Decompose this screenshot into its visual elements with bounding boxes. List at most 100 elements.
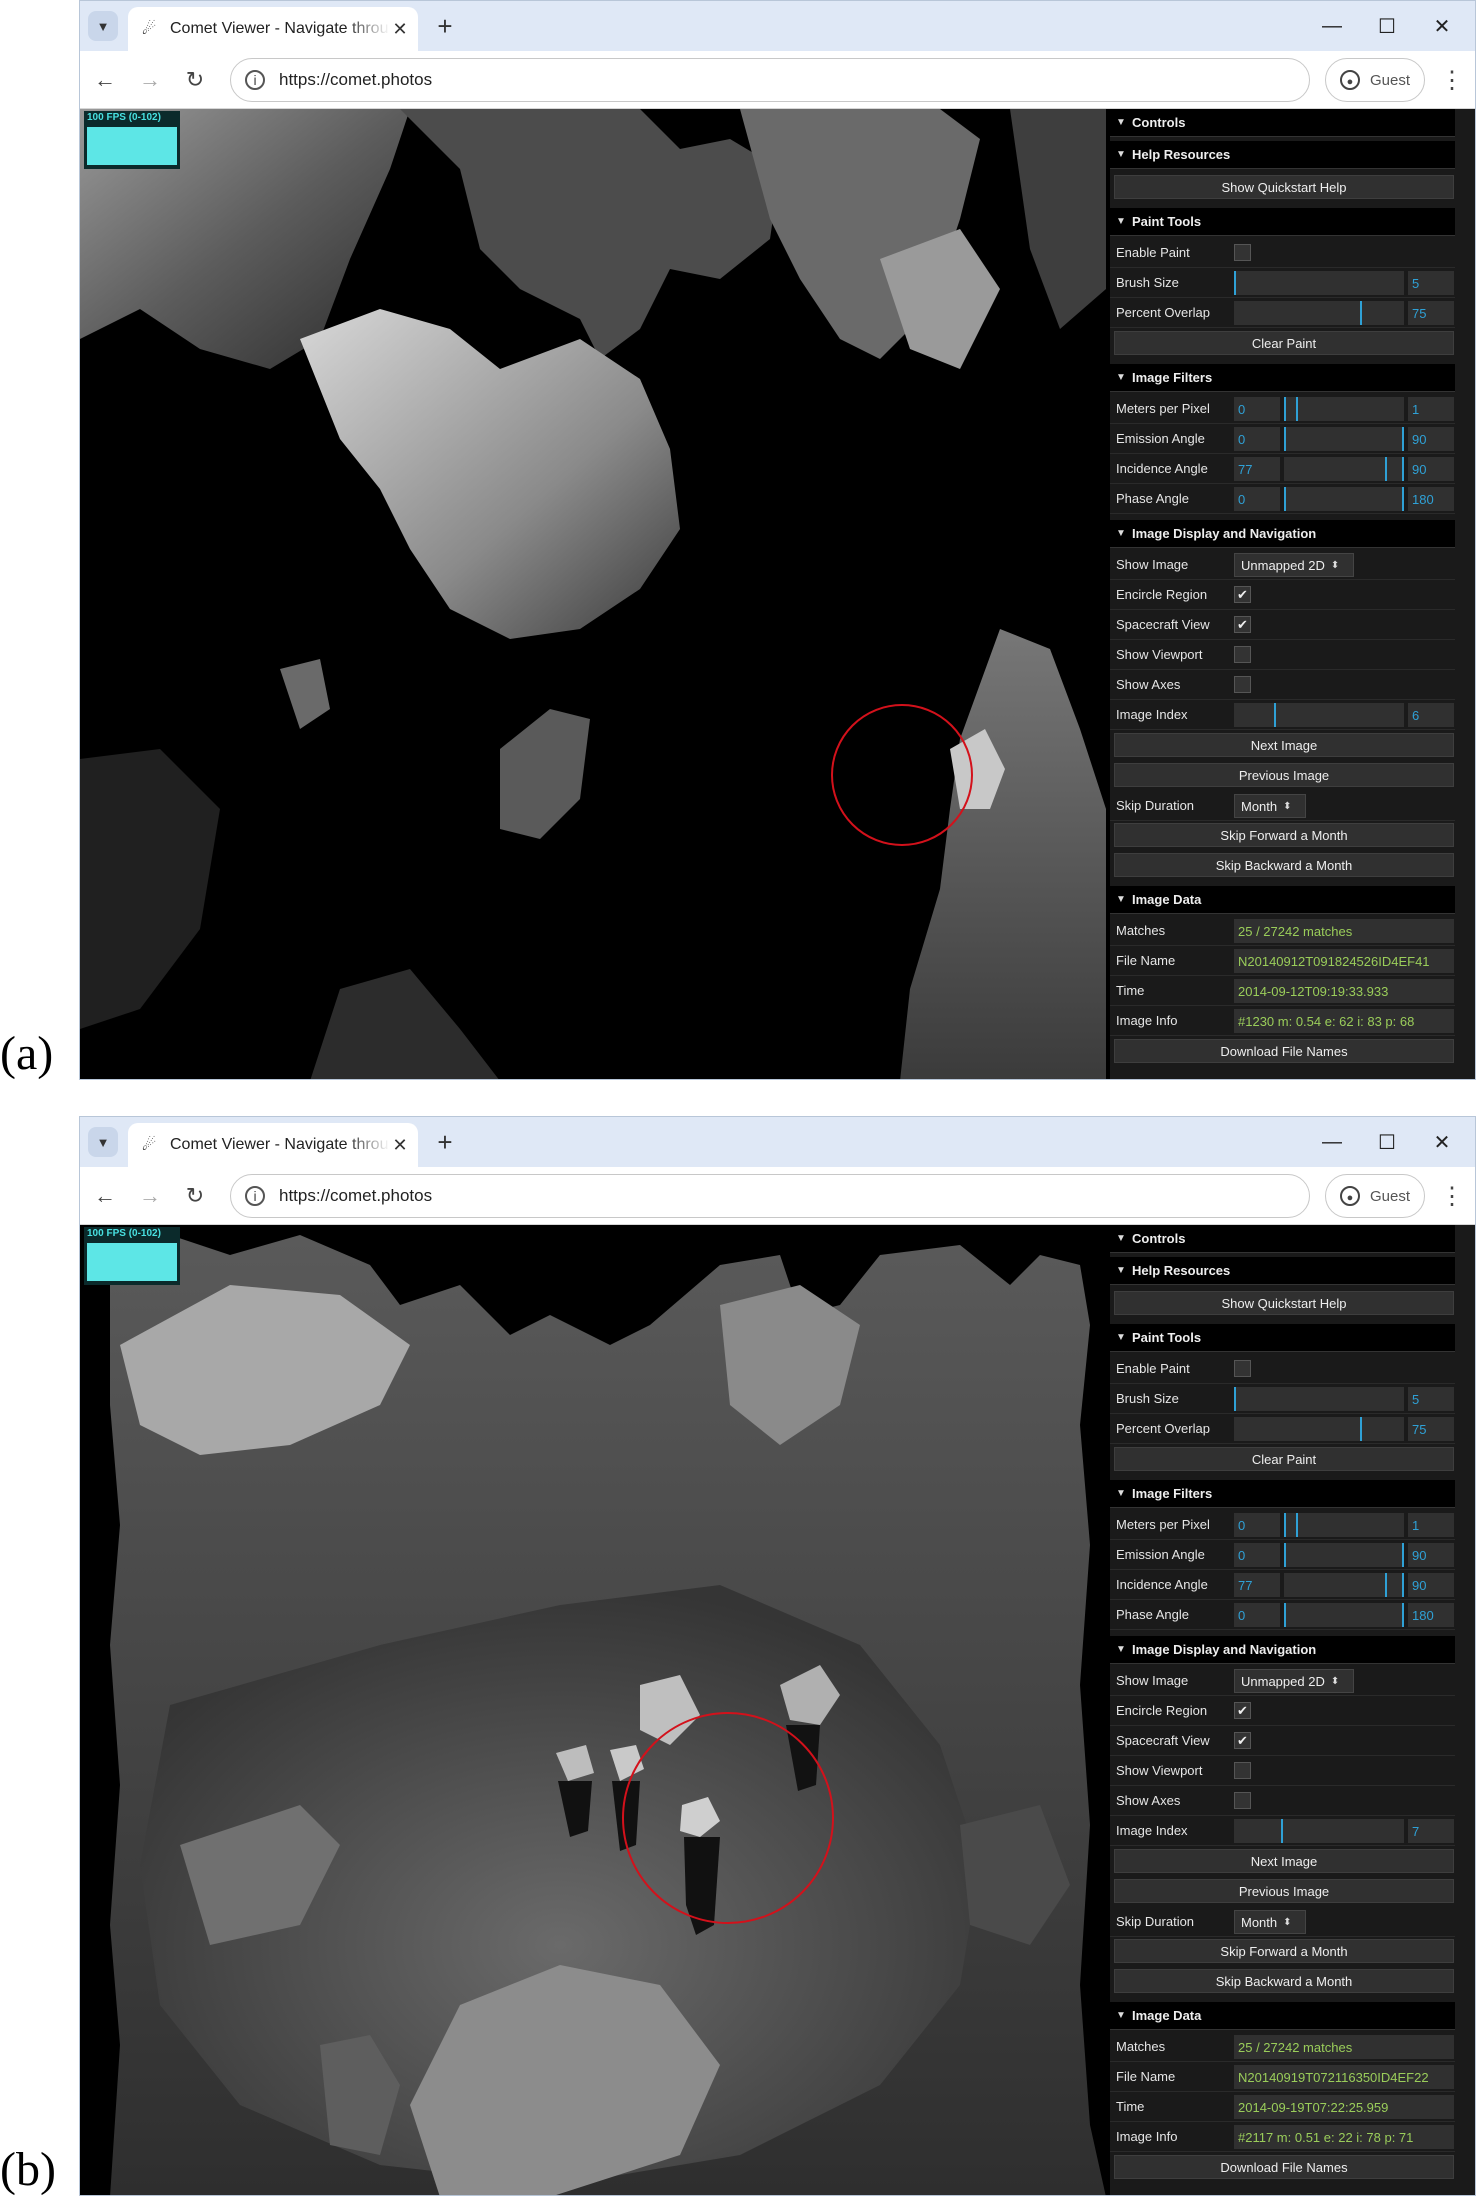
site-info-icon[interactable]: i bbox=[245, 1186, 265, 1206]
incidence-angle-max[interactable]: 90 bbox=[1408, 457, 1454, 481]
range-handle-low[interactable] bbox=[1284, 427, 1286, 451]
clear-paint-button[interactable]: Clear Paint bbox=[1114, 1447, 1454, 1471]
back-button[interactable]: ← bbox=[90, 65, 120, 95]
comet-image-viewport[interactable]: 100 FPS (0-102) bbox=[80, 1225, 1106, 2196]
image-data-header[interactable]: ▼ Image Data bbox=[1110, 2002, 1455, 2030]
image-display-header[interactable]: ▼ Image Display and Navigation bbox=[1110, 520, 1455, 548]
phase-angle-min[interactable]: 0 bbox=[1234, 487, 1280, 511]
slider-handle[interactable] bbox=[1234, 1387, 1236, 1411]
image-index-slider[interactable] bbox=[1234, 1819, 1404, 1843]
download-file-names-button[interactable]: Download File Names bbox=[1114, 2155, 1454, 2179]
brush-size-value[interactable]: 5 bbox=[1408, 1387, 1454, 1411]
tab-search-button[interactable]: ▼ bbox=[88, 1127, 118, 1157]
close-window-button[interactable]: ✕ bbox=[1425, 9, 1459, 43]
encircle-region-checkbox[interactable]: ✔ bbox=[1234, 586, 1251, 603]
slider-handle[interactable] bbox=[1281, 1819, 1284, 1843]
percent-overlap-slider[interactable] bbox=[1234, 1417, 1404, 1441]
percent-overlap-value[interactable]: 75 bbox=[1408, 1417, 1454, 1441]
minimize-button[interactable]: — bbox=[1315, 9, 1349, 43]
range-handle-high[interactable] bbox=[1402, 1603, 1404, 1627]
minimize-button[interactable]: — bbox=[1315, 1125, 1349, 1159]
image-filters-header[interactable]: ▼ Image Filters bbox=[1110, 1480, 1455, 1508]
meters-per-pixel-min[interactable]: 0 bbox=[1234, 1513, 1280, 1537]
range-handle-high[interactable] bbox=[1402, 427, 1404, 451]
reload-button[interactable]: ↻ bbox=[180, 65, 210, 95]
meters-per-pixel-range-slider[interactable] bbox=[1284, 1513, 1404, 1537]
range-handle-low[interactable] bbox=[1284, 487, 1286, 511]
next-image-button[interactable]: Next Image bbox=[1114, 733, 1454, 757]
brush-size-slider[interactable] bbox=[1234, 271, 1404, 295]
comet-image-viewport[interactable]: 100 FPS (0-102) bbox=[80, 109, 1106, 1080]
image-filters-header[interactable]: ▼ Image Filters bbox=[1110, 364, 1455, 392]
brush-size-value[interactable]: 5 bbox=[1408, 271, 1454, 295]
image-index-slider[interactable] bbox=[1234, 703, 1404, 727]
slider-handle[interactable] bbox=[1274, 703, 1277, 727]
range-handle-low[interactable] bbox=[1284, 1543, 1286, 1567]
encircle-region-checkbox[interactable]: ✔ bbox=[1234, 1702, 1251, 1719]
range-handle-high[interactable] bbox=[1402, 487, 1404, 511]
previous-image-button[interactable]: Previous Image bbox=[1114, 763, 1454, 787]
percent-overlap-value[interactable]: 75 bbox=[1408, 301, 1454, 325]
incidence-angle-max[interactable]: 90 bbox=[1408, 1573, 1454, 1597]
range-handle-low[interactable] bbox=[1284, 397, 1286, 421]
meters-per-pixel-max[interactable]: 1 bbox=[1408, 1513, 1454, 1537]
next-image-button[interactable]: Next Image bbox=[1114, 1849, 1454, 1873]
emission-angle-min[interactable]: 0 bbox=[1234, 1543, 1280, 1567]
comet-surface-image[interactable] bbox=[80, 1225, 1106, 2196]
skip-forward-button[interactable]: Skip Forward a Month bbox=[1114, 823, 1454, 847]
incidence-angle-min[interactable]: 77 bbox=[1234, 1573, 1280, 1597]
new-tab-button[interactable]: + bbox=[430, 1127, 460, 1157]
spacecraft-view-checkbox[interactable]: ✔ bbox=[1234, 1732, 1251, 1749]
image-index-value[interactable]: 6 bbox=[1408, 703, 1454, 727]
help-resources-header[interactable]: ▼ Help Resources bbox=[1110, 1257, 1455, 1285]
close-window-button[interactable]: ✕ bbox=[1425, 1125, 1459, 1159]
slider-handle[interactable] bbox=[1234, 271, 1236, 295]
enable-paint-checkbox[interactable] bbox=[1234, 244, 1251, 261]
phase-angle-max[interactable]: 180 bbox=[1408, 487, 1454, 511]
range-handle-low[interactable] bbox=[1284, 1513, 1286, 1537]
phase-angle-range-slider[interactable] bbox=[1284, 1603, 1404, 1627]
image-index-value[interactable]: 7 bbox=[1408, 1819, 1454, 1843]
spacecraft-view-checkbox[interactable]: ✔ bbox=[1234, 616, 1251, 633]
show-viewport-checkbox[interactable] bbox=[1234, 1762, 1251, 1779]
meters-per-pixel-max[interactable]: 1 bbox=[1408, 397, 1454, 421]
incidence-angle-range-slider[interactable] bbox=[1284, 1573, 1404, 1597]
forward-button[interactable]: → bbox=[135, 65, 165, 95]
phase-angle-min[interactable]: 0 bbox=[1234, 1603, 1280, 1627]
show-image-select[interactable]: Unmapped 2D ⬍ bbox=[1234, 553, 1354, 577]
percent-overlap-slider[interactable] bbox=[1234, 301, 1404, 325]
paint-tools-header[interactable]: ▼ Paint Tools bbox=[1110, 1324, 1455, 1352]
range-handle-low[interactable] bbox=[1385, 1573, 1388, 1597]
profile-button[interactable]: ● Guest bbox=[1325, 1174, 1425, 1218]
phase-angle-range-slider[interactable] bbox=[1284, 487, 1404, 511]
comet-surface-image[interactable] bbox=[80, 109, 1106, 1080]
range-handle-low[interactable] bbox=[1385, 457, 1388, 481]
skip-forward-button[interactable]: Skip Forward a Month bbox=[1114, 1939, 1454, 1963]
browser-tab[interactable]: ☄ Comet Viewer - Navigate throu ✕ bbox=[128, 1123, 418, 1167]
range-handle-high[interactable] bbox=[1402, 1543, 1404, 1567]
back-button[interactable]: ← bbox=[90, 1181, 120, 1211]
range-handle-high[interactable] bbox=[1402, 457, 1404, 481]
incidence-angle-range-slider[interactable] bbox=[1284, 457, 1404, 481]
emission-angle-min[interactable]: 0 bbox=[1234, 427, 1280, 451]
site-info-icon[interactable]: i bbox=[245, 70, 265, 90]
meters-per-pixel-range-slider[interactable] bbox=[1284, 397, 1404, 421]
phase-angle-max[interactable]: 180 bbox=[1408, 1603, 1454, 1627]
tab-search-button[interactable]: ▼ bbox=[88, 11, 118, 41]
range-handle-high[interactable] bbox=[1402, 1573, 1404, 1597]
brush-size-slider[interactable] bbox=[1234, 1387, 1404, 1411]
controls-header[interactable]: ▼ Controls bbox=[1110, 1225, 1455, 1253]
range-handle-high[interactable] bbox=[1295, 1513, 1298, 1537]
incidence-angle-min[interactable]: 77 bbox=[1234, 457, 1280, 481]
emission-angle-range-slider[interactable] bbox=[1284, 427, 1404, 451]
close-tab-icon[interactable]: ✕ bbox=[390, 1135, 410, 1155]
previous-image-button[interactable]: Previous Image bbox=[1114, 1879, 1454, 1903]
maximize-button[interactable]: ☐ bbox=[1370, 9, 1404, 43]
close-tab-icon[interactable]: ✕ bbox=[390, 19, 410, 39]
profile-button[interactable]: ● Guest bbox=[1325, 58, 1425, 102]
browser-tab[interactable]: ☄ Comet Viewer - Navigate throu ✕ bbox=[128, 7, 418, 51]
enable-paint-checkbox[interactable] bbox=[1234, 1360, 1251, 1377]
forward-button[interactable]: → bbox=[135, 1181, 165, 1211]
image-data-header[interactable]: ▼ Image Data bbox=[1110, 886, 1455, 914]
clear-paint-button[interactable]: Clear Paint bbox=[1114, 331, 1454, 355]
